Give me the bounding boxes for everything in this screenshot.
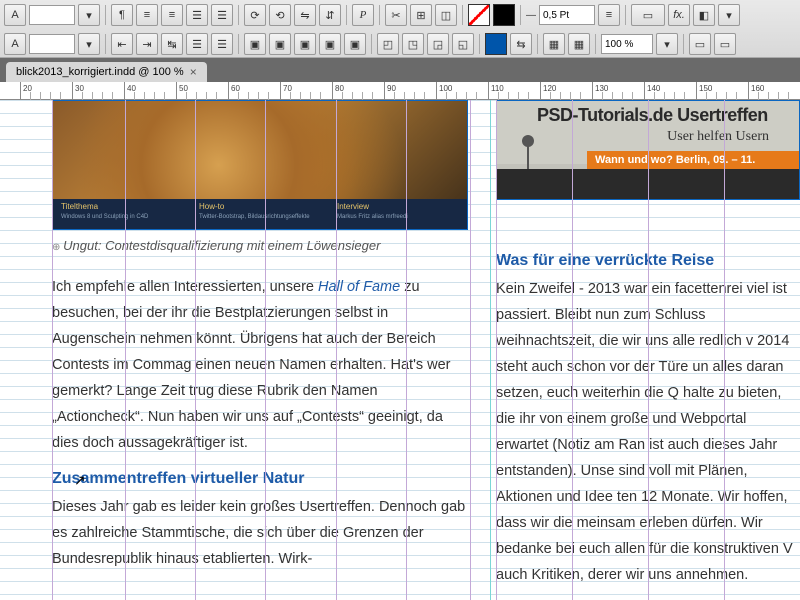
style-field[interactable] xyxy=(29,34,75,54)
tv-tower-icon xyxy=(527,141,529,171)
horizontal-ruler[interactable]: 2030405060708090100110120130140150160 xyxy=(0,82,800,100)
wrap-icon[interactable]: ▣ xyxy=(269,33,291,55)
document-tabbar: blick2013_korrigiert.indd @ 100 % × xyxy=(0,58,800,82)
corner-icon[interactable]: ◱ xyxy=(452,33,474,55)
document-canvas[interactable]: Titelthema Windows 8 und Sculpting in C4D… xyxy=(0,100,800,600)
wrap-icon[interactable]: ▣ xyxy=(344,33,366,55)
align-icon[interactable]: ≡ xyxy=(136,4,158,26)
footer-sub: Markus Fritz alias mrfreedi xyxy=(337,214,408,220)
swap-icon[interactable]: ⇆ xyxy=(510,33,532,55)
page-icon[interactable]: ▭ xyxy=(689,33,711,55)
corner-icon[interactable]: ◳ xyxy=(402,33,424,55)
letter-a-icon[interactable]: A xyxy=(4,33,26,55)
body-paragraph: Ich empfehle allen Interessierten, unser… xyxy=(52,274,470,456)
align-icon[interactable]: ☰ xyxy=(211,33,233,55)
zoom-field[interactable] xyxy=(601,34,653,54)
footer-title: How-to xyxy=(199,202,321,211)
list-icon[interactable]: ☰ xyxy=(186,4,208,26)
dropdown-icon[interactable]: ▾ xyxy=(78,33,100,55)
stroke-label: — xyxy=(526,10,536,21)
dropdown-icon[interactable]: ▾ xyxy=(656,33,678,55)
wrap-icon[interactable]: ▣ xyxy=(319,33,341,55)
lion-footer: Titelthema Windows 8 und Sculpting in C4D… xyxy=(53,199,467,229)
type-p-icon[interactable]: P xyxy=(352,4,374,26)
indent-icon[interactable]: ⇤ xyxy=(111,33,133,55)
fx-icon[interactable]: fx. xyxy=(668,4,690,26)
tab-title: blick2013_korrigiert.indd @ 100 % xyxy=(16,66,184,78)
flip-icon[interactable]: ⇵ xyxy=(319,4,341,26)
grid-icon[interactable]: ▦ xyxy=(543,33,565,55)
document-tab[interactable]: blick2013_korrigiert.indd @ 100 % × xyxy=(6,62,207,82)
menu-icon[interactable]: ▾ xyxy=(718,4,740,26)
image-caption[interactable]: Ungut: Contestdisqualifizierung mit eine… xyxy=(52,238,380,253)
ad-title: PSD-Tutorials.de Usertreffen xyxy=(537,105,799,126)
font-field[interactable] xyxy=(29,5,75,25)
heading: Zusammentreffen virtueller Natur xyxy=(52,466,470,492)
page-icon[interactable]: ▭ xyxy=(714,33,736,55)
wrap-icon[interactable]: ▣ xyxy=(294,33,316,55)
corner-icon[interactable]: ◰ xyxy=(377,33,399,55)
corner-icon[interactable]: ◲ xyxy=(427,33,449,55)
indent-icon[interactable]: ⇥ xyxy=(136,33,158,55)
fx-icon[interactable]: ▭ xyxy=(631,4,665,26)
link-hall-of-fame[interactable]: Hall of Fame xyxy=(318,279,400,295)
toolbar: A ▾ ¶ ≡ ≡ ☰ ☰ ⟳ ⟲ ⇋ ⇵ P ✂ ⊞ ◫ — ≡ ▭ fx. … xyxy=(0,0,800,58)
align-icon[interactable]: ☰ xyxy=(186,33,208,55)
rotate-icon[interactable]: ⟲ xyxy=(269,4,291,26)
fill-none-swatch[interactable] xyxy=(468,4,490,26)
ad-band: Wann und wo? Berlin, 09. – 11. xyxy=(587,151,799,169)
body-paragraph: Dieses Jahr gab es leider kein großes Us… xyxy=(52,494,470,572)
snap-icon[interactable]: ⊞ xyxy=(410,4,432,26)
wrap-icon[interactable]: ▣ xyxy=(244,33,266,55)
ad-subtitle: User helfen Usern xyxy=(667,129,769,145)
rotate-icon[interactable]: ⟳ xyxy=(244,4,266,26)
stroke-weight-field[interactable] xyxy=(539,5,595,25)
text-column-left[interactable]: Ich empfehle allen Interessierten, unser… xyxy=(52,274,470,572)
list-icon[interactable]: ☰ xyxy=(211,4,233,26)
close-icon[interactable]: × xyxy=(190,65,197,79)
opacity-icon[interactable]: ◧ xyxy=(693,4,715,26)
stroke-black-swatch[interactable] xyxy=(493,4,515,26)
scissors-icon[interactable]: ✂ xyxy=(385,4,407,26)
dropdown-icon[interactable]: ▾ xyxy=(78,4,100,26)
fill-swatch[interactable] xyxy=(485,33,507,55)
footer-title: Interview xyxy=(337,202,459,211)
align-icon[interactable]: ≡ xyxy=(161,4,183,26)
paragraph-icon[interactable]: ¶ xyxy=(111,4,133,26)
flip-icon[interactable]: ⇋ xyxy=(294,4,316,26)
letter-a-icon[interactable]: A xyxy=(4,4,26,26)
stroke-style-icon[interactable]: ≡ xyxy=(598,4,620,26)
crop-icon[interactable]: ◫ xyxy=(435,4,457,26)
footer-title: Titelthema xyxy=(61,202,183,211)
footer-sub: Windows 8 und Sculpting in C4D xyxy=(61,214,148,220)
grid-icon[interactable]: ▦ xyxy=(568,33,590,55)
tab-icon[interactable]: ↹ xyxy=(161,33,183,55)
footer-sub: Twitter-Bootstrap, Bildausrichtungseffek… xyxy=(199,214,310,220)
